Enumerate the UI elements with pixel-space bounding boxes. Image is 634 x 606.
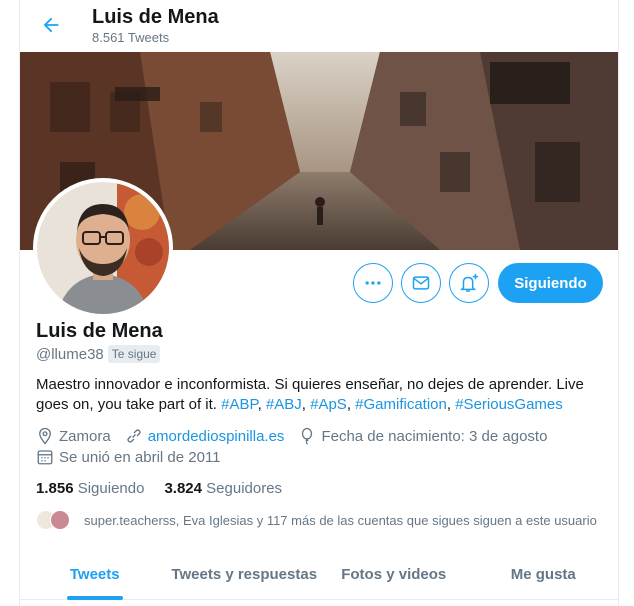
header-name: Luis de Mena — [92, 6, 219, 28]
following-stat[interactable]: 1.856 Siguiendo — [36, 480, 144, 497]
tab-tweets-and-replies[interactable]: Tweets y respuestas — [170, 550, 320, 599]
back-button[interactable] — [36, 10, 66, 40]
hashtag-abj[interactable]: #ABJ — [266, 396, 302, 413]
follows-you-badge: Te sigue — [107, 345, 161, 363]
location: Zamora — [36, 427, 111, 445]
follow-stats: 1.856 Siguiendo 3.824 Seguidores — [36, 480, 302, 497]
avatar-image — [37, 182, 169, 314]
profile-handle: @llume38 — [36, 345, 104, 363]
tab-likes[interactable]: Me gusta — [469, 550, 619, 599]
join-date-text: Se unió en abril de 2011 — [59, 448, 221, 466]
mail-icon — [412, 276, 430, 290]
profile-avatar[interactable] — [33, 178, 173, 318]
notifications-button[interactable] — [449, 263, 489, 303]
profile-meta-row: Zamora amordediospinilla.es Fecha de nac… — [36, 427, 561, 445]
followers-label: Seguidores — [206, 480, 283, 497]
arrow-left-icon — [43, 17, 59, 33]
bell-plus-icon — [459, 273, 479, 292]
profile-tabs: Tweets Tweets y respuestas Fotos y video… — [20, 550, 618, 600]
location-pin-icon — [36, 427, 54, 445]
followers-you-know-text: super.teacherss, Eva Iglesias y 117 más … — [84, 512, 597, 528]
more-icon — [365, 281, 381, 285]
balloon-icon — [298, 427, 316, 445]
tab-media[interactable]: Fotos y videos — [319, 550, 469, 599]
profile-header-bar: Luis de Mena 8.561 Tweets — [20, 0, 618, 52]
followers-count: 3.824 — [164, 480, 202, 497]
followers-you-know[interactable]: super.teacherss, Eva Iglesias y 117 más … — [36, 510, 597, 530]
mutual-avatar — [50, 510, 70, 530]
website-link[interactable]: amordediospinilla.es — [148, 428, 285, 445]
join-date-row: Se unió en abril de 2011 — [36, 448, 235, 466]
mutual-avatars — [36, 510, 76, 530]
hashtag-aps[interactable]: #ApS — [310, 396, 347, 413]
following-button[interactable]: Siguiendo — [498, 263, 603, 303]
tab-tweets[interactable]: Tweets — [20, 550, 170, 599]
profile-bio: Maestro innovador e inconformista. Si qu… — [36, 376, 584, 413]
hashtag-seriousgames[interactable]: #SeriousGames — [455, 396, 563, 413]
hashtag-gamification[interactable]: #Gamification — [355, 396, 447, 413]
birthday-text: Fecha de nacimiento: 3 de agosto — [321, 427, 548, 445]
hashtag-abp[interactable]: #ABP — [221, 396, 257, 413]
handle-row: @llume38 Te sigue — [36, 345, 161, 363]
website[interactable]: amordediospinilla.es — [125, 427, 285, 445]
calendar-icon — [36, 448, 54, 466]
profile-name: Luis de Mena — [36, 320, 163, 342]
more-button[interactable] — [353, 263, 393, 303]
profile-column: Luis de Mena 8.561 Tweets Siguiendo Luis… — [19, 0, 619, 606]
message-button[interactable] — [401, 263, 441, 303]
following-label: Siguiendo — [77, 480, 145, 497]
join-date: Se unió en abril de 2011 — [36, 448, 221, 466]
link-icon — [125, 427, 143, 445]
followers-stat[interactable]: 3.824 Seguidores — [164, 480, 282, 497]
birthday: Fecha de nacimiento: 3 de agosto — [298, 427, 547, 445]
following-count: 1.856 — [36, 480, 74, 497]
location-text: Zamora — [59, 427, 111, 445]
header-tweet-count: 8.561 Tweets — [92, 30, 170, 45]
